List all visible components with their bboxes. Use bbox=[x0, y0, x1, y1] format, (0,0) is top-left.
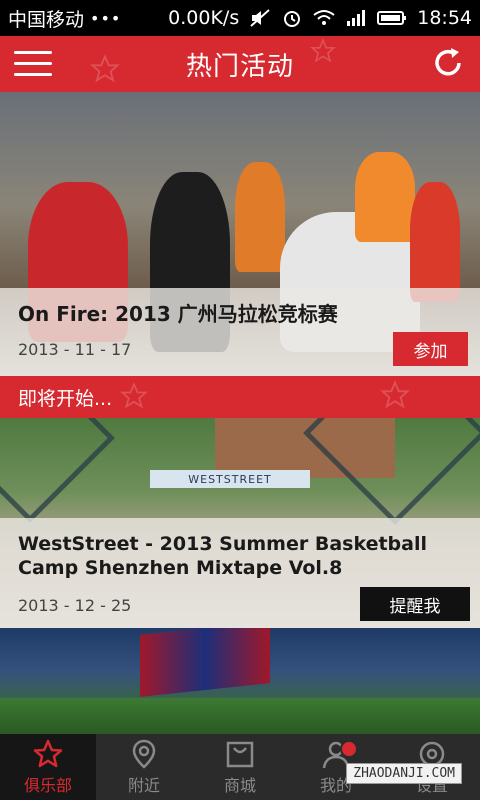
shopping-bag-icon bbox=[226, 741, 254, 768]
nav-label: 附近 bbox=[127, 776, 160, 795]
pitch bbox=[0, 698, 480, 734]
app-header: 热门活动 bbox=[0, 36, 480, 92]
refresh-icon[interactable] bbox=[430, 45, 466, 81]
carrier-label: 中国移动 bbox=[8, 8, 85, 31]
notification-dots: ••• bbox=[90, 8, 122, 28]
event-title: WestStreet - 2013 Summer Basketball Camp… bbox=[18, 533, 427, 579]
mute-icon bbox=[250, 9, 270, 27]
watermark: ZHAODANJI.COM bbox=[346, 763, 462, 784]
upcoming-event-card[interactable]: WESTSTREET WestStreet - 2013 Summer Bask… bbox=[0, 418, 480, 628]
event-title: On Fire: 2013 广州马拉松竞标赛 bbox=[18, 302, 338, 326]
star-decoration-icon bbox=[120, 382, 148, 409]
signal-icon bbox=[347, 10, 366, 26]
remind-me-button[interactable]: 提醒我 bbox=[360, 587, 470, 621]
upcoming-section-header: 即将开始... bbox=[0, 376, 480, 427]
status-bar: 中国移动 ••• 0.00K/s 18:54 bbox=[0, 0, 480, 36]
menu-button[interactable] bbox=[14, 49, 52, 79]
fence-decoration bbox=[0, 418, 115, 523]
wifi-icon bbox=[313, 10, 335, 25]
event-date: 2013 - 12 - 25 bbox=[18, 596, 132, 615]
page-title: 热门活动 bbox=[185, 51, 294, 82]
join-button[interactable]: 参加 bbox=[393, 332, 468, 366]
nav-item-nearby[interactable]: 附近 bbox=[96, 734, 192, 800]
event-banner: WESTSTREET bbox=[150, 470, 310, 488]
section-label: 即将开始... bbox=[18, 387, 113, 410]
clock: 18:54 bbox=[417, 7, 472, 29]
nav-label: 俱乐部 bbox=[23, 776, 72, 795]
nav-item-shop[interactable]: 商城 bbox=[192, 734, 288, 800]
runner-figure bbox=[410, 182, 460, 302]
event-info-panel: On Fire: 2013 广州马拉松竞标赛 2013 - 11 - 17 参加 bbox=[0, 288, 480, 376]
notification-badge bbox=[340, 740, 358, 758]
featured-event-card[interactable]: On Fire: 2013 广州马拉松竞标赛 2013 - 11 - 17 参加 bbox=[0, 92, 480, 376]
runner-figure bbox=[235, 162, 285, 272]
event-date: 2013 - 11 - 17 bbox=[18, 340, 132, 359]
battery-icon bbox=[377, 11, 407, 25]
location-pin-icon bbox=[132, 739, 156, 769]
network-speed: 0.00K/s bbox=[168, 7, 240, 29]
star-decoration-icon bbox=[380, 380, 410, 409]
star-icon bbox=[33, 739, 63, 768]
club-flag bbox=[140, 628, 270, 697]
star-decoration-icon bbox=[90, 54, 120, 83]
event-info-panel: WestStreet - 2013 Summer Basketball Camp… bbox=[0, 518, 480, 628]
nav-item-club[interactable]: 俱乐部 bbox=[0, 734, 96, 800]
stadium-event-card[interactable] bbox=[0, 628, 480, 734]
runner-figure bbox=[355, 152, 415, 242]
alarm-icon bbox=[284, 11, 301, 27]
nav-label: 商城 bbox=[223, 776, 256, 795]
star-decoration-icon bbox=[310, 38, 336, 63]
